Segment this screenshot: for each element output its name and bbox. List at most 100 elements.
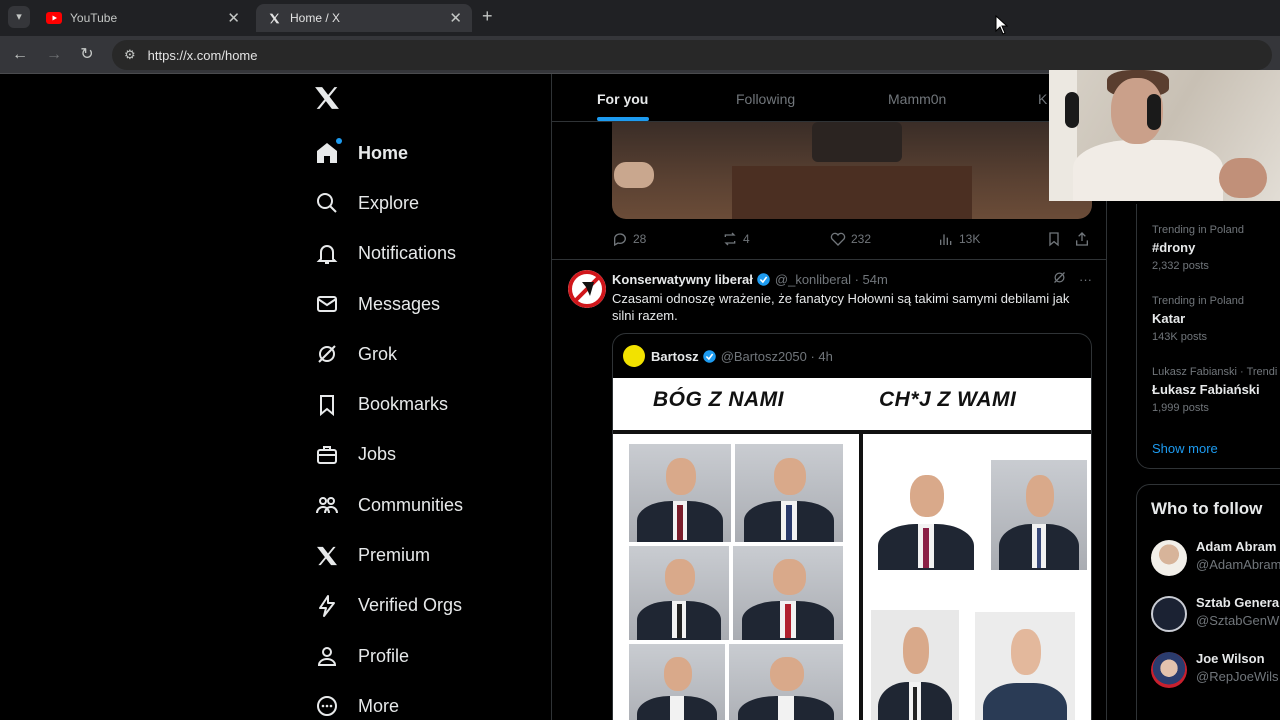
quoted-post[interactable]: Bartosz @Bartosz2050 · 4h BÓG Z NAMI CH*… — [612, 333, 1092, 720]
address-bar[interactable]: ⚙ https://x.com/home — [112, 40, 1272, 70]
show-more-link[interactable]: Show more — [1152, 441, 1218, 456]
forward-arrow-icon[interactable]: → — [44, 45, 64, 65]
avatar[interactable] — [1151, 540, 1187, 576]
account-name: Sztab Genera — [1196, 595, 1280, 610]
media-hand — [614, 162, 654, 188]
quoted-author-name[interactable]: Bartosz — [651, 349, 699, 364]
bookmark-icon — [314, 392, 340, 418]
sidebar-item-explore[interactable]: Explore — [314, 178, 534, 228]
author-name[interactable]: Konserwatywny liberał — [612, 272, 753, 287]
quoted-handle-time: @Bartosz2050 · 4h — [720, 348, 833, 364]
x-logo-icon[interactable] — [314, 86, 342, 112]
sidebar-item-grok[interactable]: Grok — [314, 329, 534, 379]
meme-photo — [729, 644, 843, 720]
sidebar-item-label: Messages — [358, 293, 441, 314]
account-handle: @AdamAbram — [1196, 557, 1280, 572]
url-text: https://x.com/home — [147, 47, 258, 63]
bookmark-button[interactable] — [1046, 231, 1067, 247]
post-text: Czasami odnoszę wrażenie, że fanatycy Ho… — [612, 291, 1070, 323]
like-count: 232 — [851, 232, 872, 246]
timeline: For you Following Mamm0n K 28 4 232 13K — [551, 74, 1107, 720]
more-options-icon[interactable]: ··· — [1079, 272, 1092, 287]
new-tab-button[interactable]: + — [482, 6, 493, 27]
meme-image[interactable]: BÓG Z NAMI CH*J Z WAMI — [613, 378, 1091, 720]
lightning-icon — [314, 593, 340, 619]
envelope-icon — [314, 291, 340, 317]
people-icon — [314, 492, 340, 518]
back-arrow-icon[interactable]: ← — [10, 45, 30, 65]
views-button[interactable]: 13K — [938, 231, 980, 247]
meme-divider — [859, 430, 863, 720]
tab-youtube[interactable]: YouTube ✕ — [36, 4, 250, 32]
author-handle-time[interactable]: @_konliberal · 54m — [775, 272, 888, 287]
avatar[interactable] — [623, 345, 645, 367]
sidebar-item-more[interactable]: More — [314, 681, 534, 720]
avatar[interactable] — [568, 270, 606, 308]
tab-title: YouTube — [70, 11, 118, 25]
close-tab-icon[interactable]: ✕ — [449, 9, 462, 27]
meme-photo — [869, 460, 983, 570]
follow-suggestion[interactable]: Joe Wilson @RepJoeWils — [1151, 649, 1280, 689]
previous-post-media[interactable] — [612, 122, 1092, 219]
sidebar-item-home[interactable]: Home — [314, 128, 534, 178]
trend-item[interactable]: Trending in Poland Katar 143K posts — [1152, 295, 1280, 343]
like-button[interactable]: 232 — [830, 231, 871, 247]
tab-k[interactable]: K — [1038, 91, 1047, 107]
trend-item[interactable]: Trending in Poland #drony 2,332 posts — [1152, 224, 1280, 272]
tab-title: Home / X — [290, 11, 341, 25]
webcam-person-hand — [1219, 158, 1267, 198]
media-chair — [812, 122, 902, 162]
meme-photo — [975, 612, 1075, 720]
sidebar-item-label: Verified Orgs — [358, 595, 463, 616]
verified-badge-icon — [702, 349, 717, 364]
meme-photo — [871, 610, 959, 720]
avatar[interactable] — [1151, 596, 1187, 632]
youtube-icon — [46, 10, 62, 26]
sidebar-item-messages[interactable]: Messages — [314, 279, 534, 329]
bookmark-icon — [1049, 232, 1059, 247]
sidebar-item-label: Jobs — [358, 444, 397, 465]
site-settings-icon[interactable]: ⚙ — [124, 47, 136, 63]
grok-icon — [314, 341, 340, 367]
active-tab-indicator — [597, 117, 649, 121]
tab-x-home[interactable]: Home / X ✕ — [256, 4, 472, 32]
x-logo-icon — [314, 543, 340, 569]
sidebar-item-verified-orgs[interactable]: Verified Orgs — [314, 581, 534, 631]
sidebar-item-profile[interactable]: Profile — [314, 631, 534, 681]
sidebar-item-bookmarks[interactable]: Bookmarks — [314, 379, 534, 429]
trend-title: Łukasz Fabiański — [1152, 382, 1260, 397]
share-button[interactable] — [1074, 231, 1095, 247]
grok-explain-icon[interactable] — [1052, 270, 1067, 288]
follow-suggestion[interactable]: Sztab Genera @SztabGenW — [1151, 593, 1280, 633]
sidebar-item-label: Home — [358, 142, 409, 163]
webcam-person-body — [1073, 140, 1223, 201]
sidebar-item-label: More — [358, 695, 400, 716]
webcam-overlay — [1049, 70, 1280, 201]
trend-item[interactable]: Lukasz Fabianski · Trendi Łukasz Fabiańs… — [1152, 366, 1280, 414]
tab-for-you[interactable]: For you — [597, 91, 648, 107]
tab-following[interactable]: Following — [736, 91, 795, 107]
avatar[interactable] — [1151, 652, 1187, 688]
sidebar-item-premium[interactable]: Premium — [314, 530, 534, 580]
reply-count: 28 — [633, 232, 647, 246]
view-count: 13K — [959, 232, 981, 246]
reply-button[interactable]: 28 — [612, 231, 646, 247]
reload-icon[interactable]: ↻ — [77, 45, 97, 65]
trend-title: #drony — [1152, 240, 1196, 255]
browser-tab-bar: ▾ YouTube ✕ Home / X ✕ + — [0, 0, 1280, 36]
share-icon — [1076, 232, 1088, 246]
sidebar-item-jobs[interactable]: Jobs — [314, 430, 534, 480]
tab-mamm0n[interactable]: Mamm0n — [888, 91, 946, 107]
meme-divider — [613, 430, 1091, 434]
sidebar-item-communities[interactable]: Communities — [314, 480, 534, 530]
more-circle-icon — [314, 693, 340, 719]
close-tab-icon[interactable]: ✕ — [227, 9, 240, 27]
sidebar-item-notifications[interactable]: Notifications — [314, 229, 534, 279]
repost-count: 4 — [743, 232, 750, 246]
follow-suggestion[interactable]: Adam Abram @AdamAbram — [1151, 537, 1280, 577]
repost-button[interactable]: 4 — [722, 231, 750, 247]
meme-photo — [629, 444, 731, 542]
sidebar-item-label: Notifications — [358, 243, 457, 264]
sidebar-item-label: Grok — [358, 343, 398, 364]
tab-search-dropdown-icon[interactable]: ▾ — [8, 6, 30, 28]
